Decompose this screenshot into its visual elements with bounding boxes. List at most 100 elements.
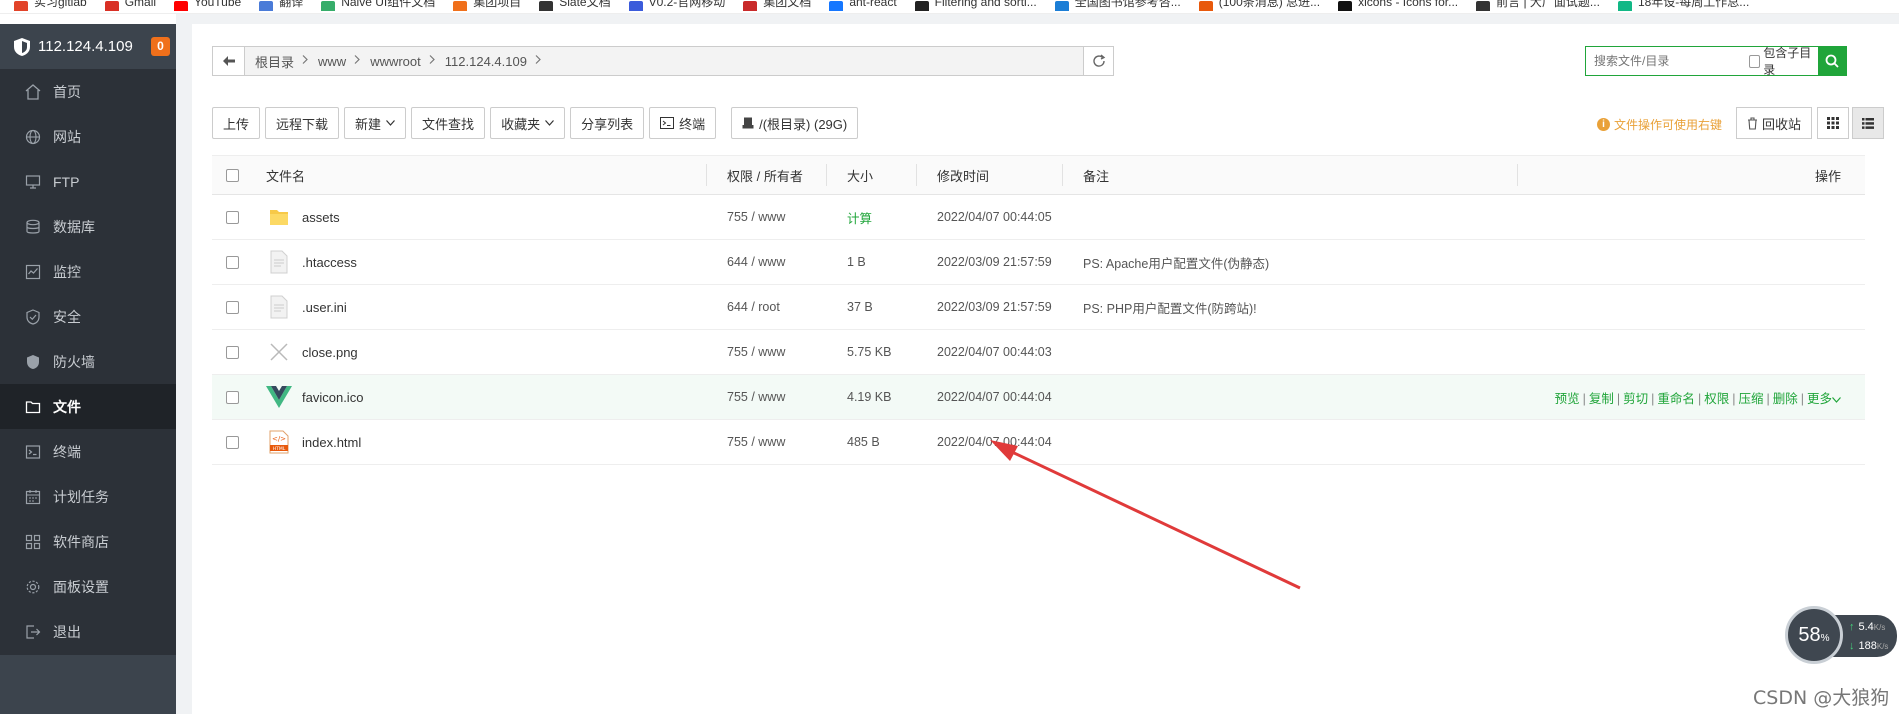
bookmark-item[interactable]: xicons - Icons for... xyxy=(1338,0,1458,13)
file-perm[interactable]: 755 / www xyxy=(719,390,839,404)
sidebar-item-database[interactable]: 数据库 xyxy=(0,204,176,249)
row-action-link[interactable]: 重命名 xyxy=(1657,392,1695,406)
header-perm[interactable]: 权限 / 所有者 xyxy=(719,166,839,185)
column-divider[interactable] xyxy=(1062,164,1063,186)
breadcrumb-item[interactable]: 根目录 xyxy=(255,52,294,71)
row-action-link[interactable]: 更多 xyxy=(1807,392,1832,406)
sidebar-item-ftp[interactable]: FTP xyxy=(0,159,176,204)
sidebar-item-folder[interactable]: 文件 xyxy=(0,384,176,429)
sidebar-item-firewall[interactable]: 防火墙 xyxy=(0,339,176,384)
grid-view-button[interactable] xyxy=(1817,107,1849,139)
row-checkbox[interactable] xyxy=(226,300,239,314)
row-action-link[interactable]: 权限 xyxy=(1704,392,1729,406)
recycle-bin-button[interactable]: 回收站 xyxy=(1736,107,1813,139)
bookmark-item[interactable]: (100条消息) 总进... xyxy=(1198,0,1320,13)
bookmark-item[interactable]: Naive UI组件文档 xyxy=(321,0,435,13)
terminal-button[interactable]: 终端 xyxy=(649,107,717,139)
file-perm[interactable]: 755 / www xyxy=(719,435,839,449)
row-checkbox[interactable] xyxy=(226,255,239,269)
column-divider[interactable] xyxy=(1517,164,1518,186)
file-perm[interactable]: 644 / root xyxy=(719,300,839,314)
sidebar-item-logout[interactable]: 退出 xyxy=(0,609,176,654)
select-all-checkbox[interactable] xyxy=(226,168,239,182)
list-view-button[interactable] xyxy=(1852,107,1884,139)
column-divider[interactable] xyxy=(916,164,917,186)
bookmark-item[interactable]: 集团文档 xyxy=(743,0,811,13)
sidebar-item-calendar[interactable]: 计划任务 xyxy=(0,474,176,519)
file-note[interactable]: PS: PHP用户配置文件(防跨站)! xyxy=(1075,298,1530,317)
bookmark-item[interactable]: 18年设-每周工作总... xyxy=(1617,0,1749,13)
table-row[interactable]: favicon.ico 755 / www 4.19 KB 2022/04/07… xyxy=(212,375,1865,420)
row-action-link[interactable]: 剪切 xyxy=(1623,392,1648,406)
bookmark-item[interactable]: 集团项目 xyxy=(453,0,521,13)
include-subdir-checkbox[interactable]: 包含子目录 xyxy=(1749,44,1814,78)
file-name[interactable]: favicon.ico xyxy=(302,390,363,405)
row-checkbox[interactable] xyxy=(226,390,239,404)
breadcrumb-item[interactable]: 112.124.4.109 xyxy=(445,54,527,69)
bookmark-item[interactable]: Gmail xyxy=(104,0,156,13)
row-checkbox[interactable] xyxy=(226,210,239,224)
bookmark-item[interactable]: YouTube xyxy=(174,0,241,13)
file-perm[interactable]: 644 / www xyxy=(719,255,839,269)
row-action-link[interactable]: 压缩 xyxy=(1738,392,1763,406)
notification-badge[interactable]: 0 xyxy=(151,37,170,56)
file-perm[interactable]: 755 / www xyxy=(719,345,839,359)
row-action-link[interactable]: 删除 xyxy=(1773,392,1798,406)
row-action-link[interactable]: 预览 xyxy=(1555,392,1580,406)
upload-button[interactable]: 上传 xyxy=(212,107,261,139)
sidebar-item-security-shield[interactable]: 安全 xyxy=(0,294,176,339)
table-row[interactable]: close.png 755 / www 5.75 KB 2022/04/07 0… xyxy=(212,330,1865,375)
breadcrumb-item[interactable]: wwwroot xyxy=(370,54,421,69)
bookmark-item[interactable]: Filtering and sorti... xyxy=(914,0,1037,13)
table-row[interactable]: .user.ini 644 / root 37 B 2022/03/09 21:… xyxy=(212,285,1865,330)
row-checkbox[interactable] xyxy=(226,435,239,449)
file-name-cell[interactable]: .htaccess xyxy=(254,248,719,276)
file-name[interactable]: .htaccess xyxy=(302,255,357,270)
bookmark-item[interactable]: ant-react xyxy=(829,0,897,13)
file-perm[interactable]: 755 / www xyxy=(719,210,839,224)
disk-button[interactable]: /(根目录) (29G) xyxy=(731,107,859,139)
header-name[interactable]: 文件名 xyxy=(254,166,719,185)
share-list-button[interactable]: 分享列表 xyxy=(570,107,645,139)
sidebar-item-apps[interactable]: 软件商店 xyxy=(0,519,176,564)
bookmark-item[interactable]: 前言 | 大厂面试题... xyxy=(1476,0,1600,13)
table-row[interactable]: </> HTML index.html 755 / www 485 B 2022/0… xyxy=(212,420,1865,465)
row-action-link[interactable]: 复制 xyxy=(1589,392,1614,406)
file-note[interactable]: PS: Apache用户配置文件(伪静态) xyxy=(1075,253,1530,272)
column-divider[interactable] xyxy=(706,164,707,186)
bookmark-item[interactable]: Slate文档 xyxy=(539,0,611,13)
back-button[interactable] xyxy=(213,47,245,75)
sidebar-item-home[interactable]: 首页 xyxy=(0,69,176,114)
breadcrumb-item[interactable]: www xyxy=(318,54,346,69)
remote-download-button[interactable]: 远程下载 xyxy=(265,107,340,139)
file-name-cell[interactable]: assets xyxy=(254,203,719,231)
file-name-cell[interactable]: </> HTML index.html xyxy=(254,428,719,456)
column-divider[interactable] xyxy=(826,164,827,186)
file-name-cell[interactable]: close.png xyxy=(254,338,719,366)
favorites-dropdown-button[interactable]: 收藏夹 xyxy=(490,107,566,139)
file-name-cell[interactable]: .user.ini xyxy=(254,293,719,321)
sidebar-item-globe[interactable]: 网站 xyxy=(0,114,176,159)
bookmark-item[interactable]: 翻译 xyxy=(259,0,303,13)
refresh-button[interactable] xyxy=(1083,47,1113,75)
sidebar-item-gear[interactable]: 面板设置 xyxy=(0,564,176,609)
file-size[interactable]: 计算 xyxy=(839,208,929,227)
bookmark-item[interactable]: V0.2-官网移动 xyxy=(628,0,725,13)
bookmark-item[interactable]: 实习gitlab xyxy=(14,0,87,13)
sidebar-item-terminal[interactable]: 终端 xyxy=(0,429,176,474)
search-input[interactable] xyxy=(1586,48,1749,74)
file-search-button[interactable]: 文件查找 xyxy=(411,107,486,139)
table-row[interactable]: assets 755 / www 计算 2022/04/07 00:44:05 xyxy=(212,195,1865,240)
bookmark-item[interactable]: 全国图书馆参考咨... xyxy=(1054,0,1181,13)
search-button[interactable] xyxy=(1817,46,1847,76)
sidebar-item-monitor[interactable]: 监控 xyxy=(0,249,176,294)
table-row[interactable]: .htaccess 644 / www 1 B 2022/03/09 21:57… xyxy=(212,240,1865,285)
file-name[interactable]: assets xyxy=(302,210,340,225)
file-name-cell[interactable]: favicon.ico xyxy=(254,383,719,411)
file-name[interactable]: index.html xyxy=(302,435,361,450)
file-name[interactable]: close.png xyxy=(302,345,358,360)
row-checkbox[interactable] xyxy=(226,345,239,359)
file-name[interactable]: .user.ini xyxy=(302,300,347,315)
checkbox-box[interactable] xyxy=(1749,54,1761,68)
new-dropdown-button[interactable]: 新建 xyxy=(344,107,407,139)
